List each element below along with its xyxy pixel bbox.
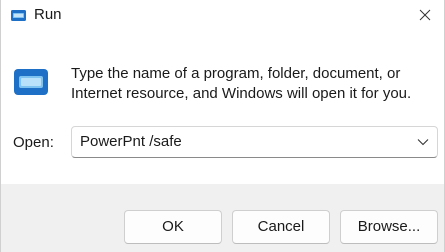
open-label: Open: — [13, 134, 54, 151]
chevron-down-icon[interactable] — [417, 138, 429, 146]
description-line: Type the name of a program, folder, docu… — [71, 65, 401, 82]
browse-button[interactable]: Browse... — [340, 210, 438, 244]
run-dialog-window: Run Type the name of a program, folder, … — [0, 0, 445, 252]
close-icon — [419, 9, 431, 21]
cancel-button[interactable]: Cancel — [232, 210, 330, 244]
button-bar: OK Cancel Browse... — [1, 184, 444, 252]
description-line: Internet resource, and Windows will open… — [71, 85, 412, 102]
open-combobox[interactable]: PowerPnt /safe — [71, 126, 438, 158]
run-dialog-icon — [13, 67, 49, 97]
run-app-icon — [10, 7, 27, 24]
window-title: Run — [34, 6, 62, 23]
ok-button[interactable]: OK — [124, 210, 222, 244]
close-button[interactable] — [400, 0, 444, 32]
dialog-description: Type the name of a program, folder, docu… — [71, 64, 431, 104]
dialog-content: Type the name of a program, folder, docu… — [1, 32, 444, 184]
title-bar[interactable]: Run — [1, 0, 444, 32]
open-input[interactable]: PowerPnt /safe — [80, 133, 182, 150]
